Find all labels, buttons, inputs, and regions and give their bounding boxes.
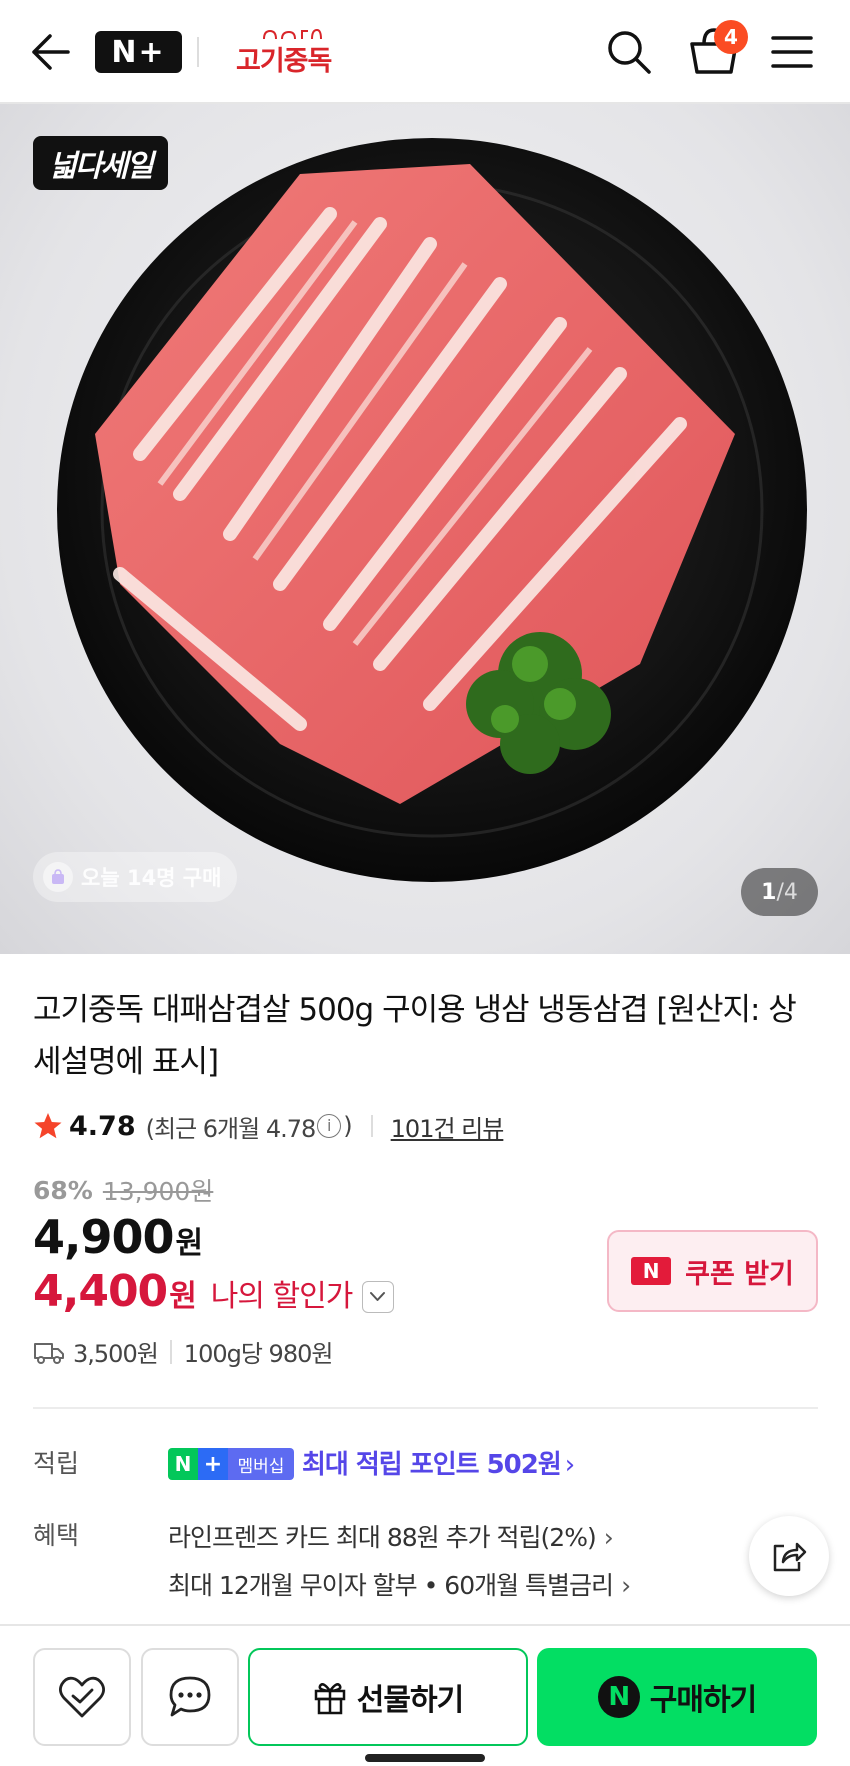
gift-icon bbox=[314, 1683, 346, 1715]
badge-text: 멤버십 bbox=[228, 1448, 294, 1480]
naver-plus-membership-badge: N + 멤버십 bbox=[168, 1448, 294, 1480]
info-icon[interactable]: i bbox=[317, 1114, 342, 1138]
shopping-bag-icon bbox=[43, 862, 73, 892]
shipping-fee: 3,500원 bbox=[73, 1340, 159, 1368]
review-count-link[interactable]: 101건 리뷰 bbox=[391, 1109, 505, 1144]
sale-price-value: 4,900 bbox=[33, 1210, 175, 1264]
badge-plus: + bbox=[198, 1448, 228, 1480]
chevron-right-icon: › bbox=[621, 1571, 631, 1600]
coupon-n-icon: N bbox=[631, 1257, 672, 1285]
buy-button-label: 구매하기 bbox=[649, 1683, 757, 1718]
sale-price-unit: 원 bbox=[175, 1226, 204, 1261]
my-price-unit: 원 bbox=[169, 1279, 197, 1314]
original-price: 13,900원 bbox=[102, 1177, 214, 1206]
max-points-text: 최대 적립 포인트 502원 bbox=[302, 1450, 562, 1480]
buyers-today-text: 오늘 14명 구매 bbox=[81, 866, 222, 890]
chevron-right-icon: › bbox=[564, 1450, 575, 1480]
benefit-installment-link[interactable]: 최대 12개월 무이자 할부 • 60개월 특별금리 › bbox=[168, 1566, 631, 1602]
section-divider bbox=[33, 1407, 818, 1409]
benefit-card-points-text: 라인프렌즈 카드 최대 88원 추가 적립(2%) bbox=[168, 1523, 597, 1552]
cart-count-badge: 4 bbox=[714, 20, 748, 54]
page-total: 4 bbox=[783, 879, 798, 905]
unit-price: 100g당 980원 bbox=[183, 1340, 334, 1368]
shipping-row: 3,500원 100g당 980원 bbox=[33, 1334, 334, 1369]
rating-score: 4.78 bbox=[69, 1110, 136, 1142]
naver-n-icon: N bbox=[597, 1676, 640, 1718]
coupon-button-label: 쿠폰 받기 bbox=[685, 1258, 794, 1290]
store-logo-text: 고기중독 bbox=[236, 46, 332, 77]
wishlist-button[interactable] bbox=[33, 1648, 131, 1746]
heart-check-icon bbox=[59, 1676, 105, 1718]
page-separator: / bbox=[776, 879, 784, 905]
gift-button-label: 선물하기 bbox=[356, 1683, 464, 1718]
benefits-label: 혜택 bbox=[33, 1521, 80, 1550]
search-icon[interactable] bbox=[604, 27, 654, 77]
rating-row: 4.78 (최근 6개월 4.78 i ) 101건 리뷰 bbox=[33, 1106, 505, 1146]
max-points-link[interactable]: 최대 적립 포인트 502원 › bbox=[302, 1444, 575, 1481]
rating-recent: (최근 6개월 4.78 bbox=[145, 1114, 317, 1143]
chevron-right-icon: › bbox=[603, 1523, 614, 1552]
points-label: 적립 bbox=[33, 1449, 80, 1478]
my-discount-price[interactable]: 4,400 원 나의 할인가 bbox=[33, 1266, 395, 1317]
chevron-down-icon[interactable] bbox=[362, 1281, 395, 1313]
shipping-divider bbox=[169, 1339, 172, 1364]
naver-plus-logo[interactable]: N+ bbox=[95, 31, 182, 73]
coupon-button[interactable]: N 쿠폰 받기 bbox=[607, 1230, 818, 1312]
benefit-installment-text: 최대 12개월 무이자 할부 • 60개월 특별금리 bbox=[168, 1571, 614, 1600]
rating-divider bbox=[370, 1115, 373, 1137]
sale-badge: 넓다세일 bbox=[33, 136, 168, 190]
badge-n: N bbox=[168, 1448, 198, 1480]
rating-recent-close: ) bbox=[343, 1112, 353, 1140]
logo-divider bbox=[197, 37, 199, 67]
share-icon bbox=[773, 1542, 807, 1572]
talktalk-chat-button[interactable] bbox=[141, 1648, 239, 1746]
product-photo bbox=[57, 138, 807, 882]
truck-icon bbox=[34, 1342, 64, 1364]
gift-button[interactable]: 선물하기 bbox=[248, 1648, 528, 1746]
share-button[interactable] bbox=[749, 1516, 829, 1596]
top-header: N+ 고기중독 4 bbox=[0, 0, 850, 104]
sale-price: 4,900 원 bbox=[33, 1210, 203, 1264]
benefit-card-points-link[interactable]: 라인프렌즈 카드 최대 88원 추가 적립(2%) › bbox=[168, 1518, 614, 1554]
page-current: 1 bbox=[761, 879, 777, 905]
menu-icon[interactable] bbox=[770, 32, 814, 72]
buyers-today-pill: 오늘 14명 구매 bbox=[33, 852, 237, 902]
back-arrow-icon[interactable] bbox=[28, 30, 72, 74]
bottom-action-bar: 선물하기 N 구매하기 bbox=[0, 1624, 850, 1766]
my-price-value: 4,400 bbox=[33, 1266, 168, 1317]
my-price-label: 나의 할인가 bbox=[210, 1279, 354, 1314]
store-logo[interactable]: 고기중독 bbox=[236, 27, 336, 77]
image-page-counter: 1 / 4 bbox=[741, 868, 818, 916]
buy-button[interactable]: N 구매하기 bbox=[537, 1648, 817, 1746]
home-indicator bbox=[365, 1754, 485, 1762]
discount-rate: 68% bbox=[33, 1175, 93, 1205]
discount-row: 68% 13,900원 bbox=[33, 1172, 213, 1208]
chat-bubble-icon bbox=[169, 1676, 211, 1717]
product-title: 고기중독 대패삼겹살 500g 구이용 냉삼 냉동삼겹 [원산지: 상세설명에 … bbox=[33, 992, 797, 1080]
star-icon bbox=[34, 1113, 62, 1139]
product-image-carousel[interactable]: 넓다세일 오늘 14명 구매 1 / 4 bbox=[0, 104, 850, 954]
